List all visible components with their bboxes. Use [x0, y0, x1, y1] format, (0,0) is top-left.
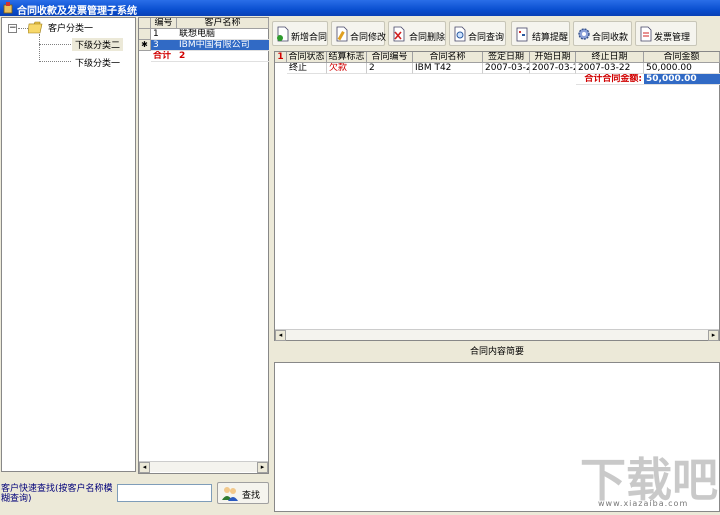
tree-expander[interactable]: −: [8, 24, 17, 33]
invoice-icon: [640, 26, 652, 42]
customer-total-label: 合计: [151, 51, 177, 62]
category-tree[interactable]: − 客户分类一 下级分类二 下级分类一: [1, 17, 136, 472]
new-contract-button[interactable]: 新增合同: [272, 21, 328, 46]
gear-icon: [578, 28, 590, 40]
col-header-contract-no[interactable]: 合同编号: [367, 52, 413, 63]
scroll-left-button[interactable]: ◂: [275, 330, 286, 341]
users-icon: [222, 487, 238, 501]
summary-label: 合同内容简要: [469, 347, 524, 357]
quick-search-input[interactable]: [117, 484, 212, 502]
contract-sign-date-cell[interactable]: 2007-03-22: [483, 63, 530, 74]
delete-contract-button[interactable]: 合同删除: [388, 21, 446, 46]
customer-name-cell[interactable]: IBM中国有限公司: [177, 40, 269, 51]
contract-payment-button[interactable]: 合同收款: [573, 21, 632, 46]
scroll-left-button[interactable]: ◂: [139, 462, 150, 473]
edit-document-icon: [336, 26, 348, 42]
settlement-reminder-button[interactable]: 结算提醒: [511, 21, 570, 46]
quick-search-label: 客户快速查找(按客户名称模糊查询): [1, 484, 113, 504]
contracts-row-indicator: 1: [275, 52, 287, 63]
customer-total-value: 2: [177, 51, 269, 62]
contract-end-date-cell[interactable]: 2007-03-22: [576, 63, 644, 74]
col-header-end-date[interactable]: 终止日期: [576, 52, 644, 63]
edit-contract-button[interactable]: 合同修改: [331, 21, 386, 46]
grid-corner: [139, 18, 151, 29]
customer-hscrollbar[interactable]: ◂ ▸: [139, 461, 268, 473]
contracts-hscrollbar[interactable]: ◂ ▸: [275, 329, 719, 341]
scroll-right-button[interactable]: ▸: [257, 462, 268, 473]
invoice-management-button[interactable]: 发票管理: [635, 21, 697, 46]
toolbar: 新增合同 合同修改 合同删除 合同查询 结算提醒 合同收款 发票管理: [272, 21, 720, 47]
contracts-total-value: 50,000.00: [644, 74, 720, 85]
customer-grid[interactable]: 编号 客户名称 1 联想电脑 ✱ 3 IBM中国有限公司 合计 2 ◂ ▸: [138, 17, 269, 474]
col-header-settle-flag[interactable]: 结算标志: [327, 52, 367, 63]
folder-open-icon: [28, 21, 43, 34]
tree-connector: [39, 44, 71, 45]
delete-document-icon: [393, 26, 405, 42]
row-indicator: [139, 29, 151, 40]
contract-amount-cell[interactable]: 50,000.00: [644, 63, 720, 74]
col-header-id[interactable]: 编号: [151, 18, 177, 29]
contracts-grid[interactable]: 1 合同状态 结算标志 合同编号 合同名称 签定日期 开始日期 终止日期 合同金…: [274, 51, 720, 341]
contract-number-cell[interactable]: 2: [367, 63, 413, 74]
new-document-icon: [277, 26, 289, 42]
search-document-icon: [454, 26, 466, 42]
col-header-status[interactable]: 合同状态: [287, 52, 327, 63]
watermark-url: www.xiazaiba.com: [598, 499, 689, 508]
col-header-contract-name[interactable]: 合同名称: [413, 52, 483, 63]
row-indicator: ✱: [139, 40, 151, 51]
tree-item-subcategory-2[interactable]: 下级分类二: [72, 38, 124, 51]
tree-connector: [39, 34, 40, 62]
customer-id-cell[interactable]: 1: [151, 29, 177, 40]
tree-root-label[interactable]: 客户分类一: [48, 21, 93, 34]
col-header-start-date[interactable]: 开始日期: [530, 52, 576, 63]
tree-connector: [18, 28, 28, 29]
tree-connector: [39, 61, 71, 62]
contract-name-cell[interactable]: IBM T42: [413, 63, 483, 74]
contract-start-date-cell[interactable]: 2007-03-22: [530, 63, 576, 74]
title-bar: 合同收款及发票管理子系统: [0, 0, 720, 17]
app-icon: [3, 2, 13, 14]
contract-flag-cell[interactable]: 欠款: [327, 63, 367, 74]
query-contract-button[interactable]: 合同查询: [449, 21, 506, 46]
window-title: 合同收款及发票管理子系统: [17, 6, 137, 17]
tree-item-subcategory-1[interactable]: 下级分类一: [75, 56, 120, 69]
customer-name-cell[interactable]: 联想电脑: [177, 29, 269, 40]
scroll-right-button[interactable]: ▸: [708, 330, 719, 341]
contracts-total-label: 合计合同金额:: [576, 74, 644, 85]
customer-id-cell[interactable]: 3: [151, 40, 177, 51]
reminder-icon: [516, 27, 528, 42]
contract-status-cell[interactable]: 终止: [287, 63, 327, 74]
search-button[interactable]: 查找: [217, 482, 269, 504]
col-header-amount[interactable]: 合同金额: [644, 52, 720, 63]
col-header-sign-date[interactable]: 签定日期: [483, 52, 530, 63]
col-header-customer-name[interactable]: 客户名称: [177, 18, 269, 29]
